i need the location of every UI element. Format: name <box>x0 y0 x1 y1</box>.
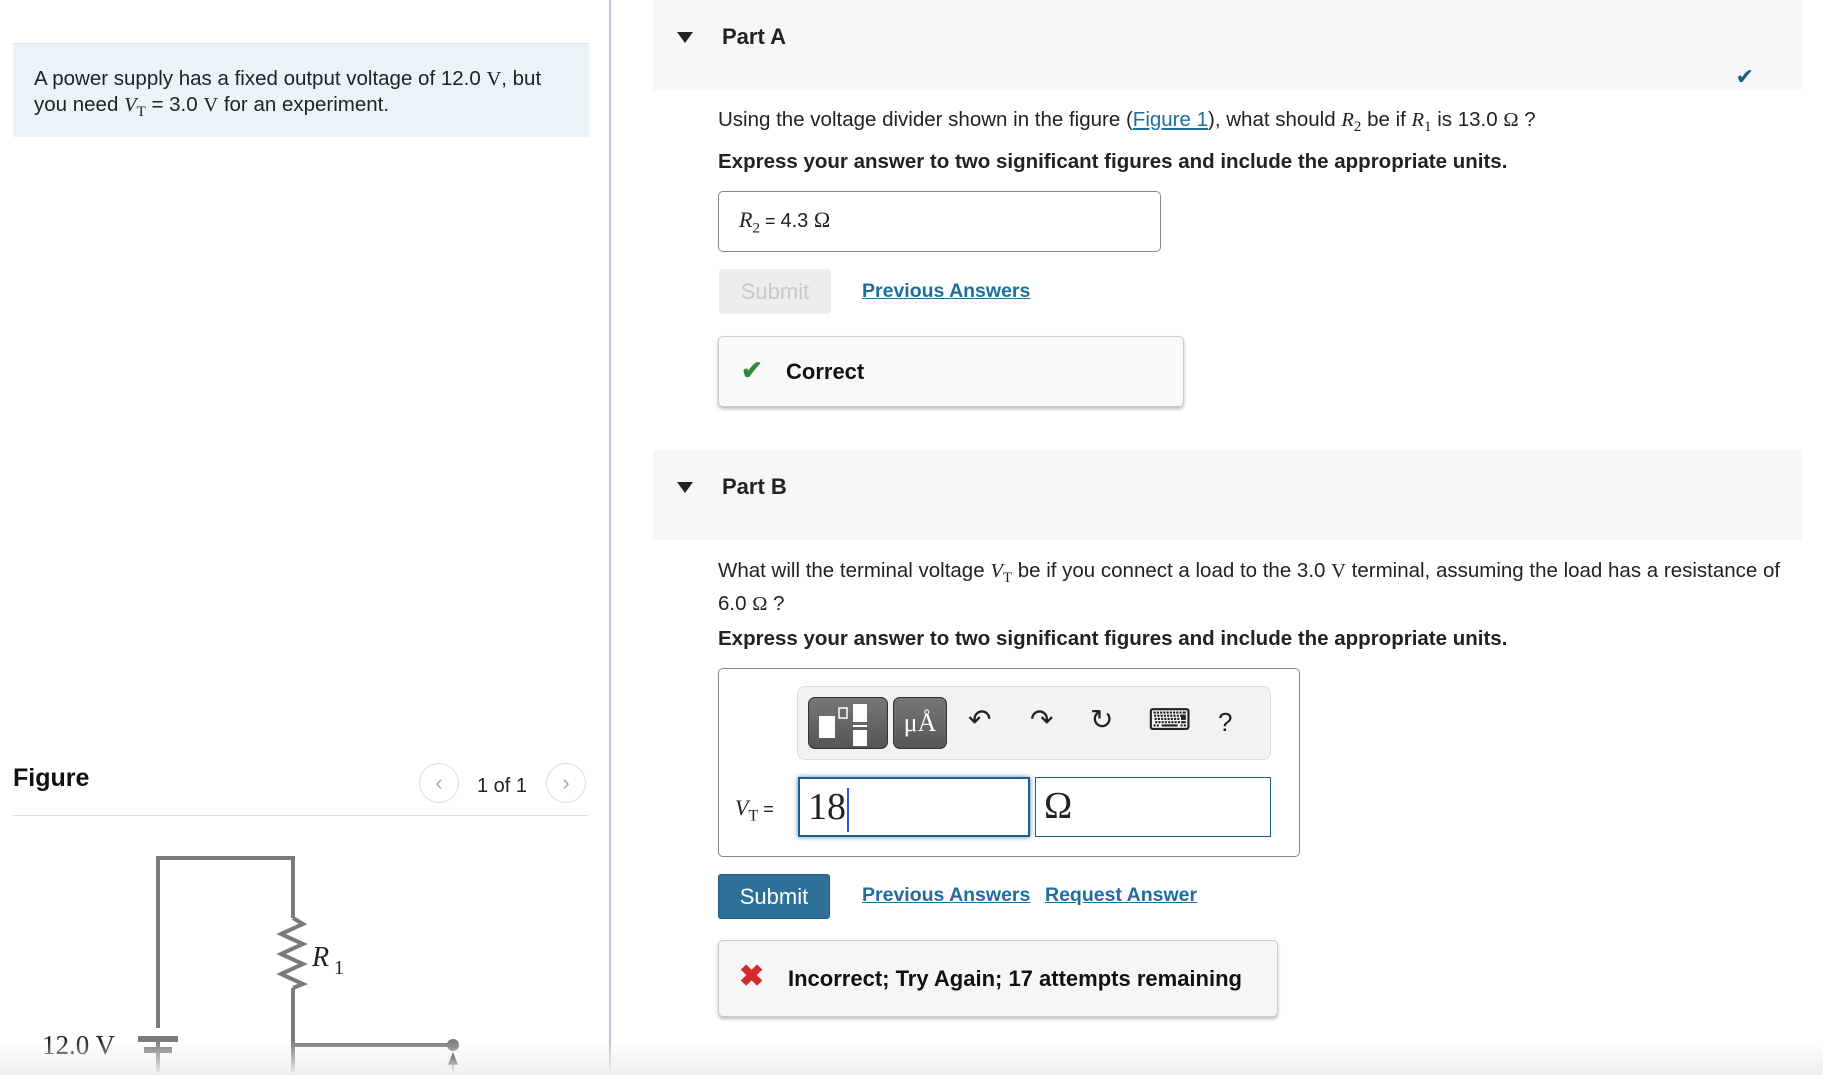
question-text: ? <box>1518 108 1536 131</box>
reset-icon[interactable]: ↻ <box>1090 703 1113 736</box>
part-b-title: Part B <box>722 474 787 499</box>
chevron-right-icon: › <box>562 770 570 795</box>
value-input-text: 18 <box>808 786 846 828</box>
templates-button[interactable] <box>808 697 888 749</box>
part-a-feedback: ✔ Correct <box>718 336 1184 407</box>
part-a-header[interactable]: Part A ✔ <box>653 0 1802 90</box>
circuit-diagram: 12.0 V R 1 <box>42 856 459 1075</box>
equals: = <box>759 211 781 231</box>
unit-ohm: Ω <box>752 593 768 616</box>
figure-link[interactable]: Figure 1 <box>1133 108 1208 131</box>
terminal-dot <box>447 1039 459 1051</box>
chevron-left-icon: ‹ <box>435 770 443 795</box>
var-r1: R <box>1411 109 1425 131</box>
collapse-triangle-icon[interactable] <box>677 32 693 43</box>
var-sub: 1 <box>1424 119 1432 136</box>
part-b-previous-answers-link[interactable]: Previous Answers <box>862 884 1030 907</box>
question-text: be if you connect a load to the 3.0 <box>1012 559 1332 582</box>
var-sub: T <box>1002 570 1013 587</box>
figure-title: Figure <box>13 764 90 792</box>
battery-plate-short <box>144 1047 172 1053</box>
part-a-answer-box: R2 = 4.3 Ω <box>718 191 1161 252</box>
question-text: is 13.0 <box>1431 108 1504 131</box>
battery-plate-long <box>138 1036 178 1042</box>
check-icon: ✔ <box>741 355 763 385</box>
intro-text: for an experiment. <box>218 93 390 116</box>
question-text: ? <box>767 592 785 616</box>
unit-v: V <box>486 68 502 90</box>
part-a-previous-answers-link[interactable]: Previous Answers <box>862 280 1030 303</box>
part-b-answer-box: μÅ ↶ ↷ ↻ ⌨ ? VT = 18 Ω <box>718 668 1300 857</box>
feedback-text: Correct <box>786 359 865 384</box>
var-vt: V <box>990 560 1003 582</box>
part-a-title: Part A <box>722 24 786 49</box>
units-button[interactable]: μÅ <box>893 697 947 749</box>
resistor-sub: 1 <box>334 957 344 979</box>
problem-text: A power supply has a fixed output voltag… <box>34 66 574 125</box>
value-input[interactable]: 18 <box>798 777 1030 837</box>
var-vt: V <box>735 795 749 820</box>
figure-next-button[interactable]: › <box>546 763 586 803</box>
var-sub: 2 <box>752 220 760 237</box>
battery-label: 12.0 V <box>42 1030 116 1060</box>
x-icon: ✖ <box>739 960 765 993</box>
answer-unit: Ω <box>813 207 831 232</box>
panel-divider[interactable] <box>609 0 611 1075</box>
equals: = <box>758 799 774 819</box>
wire-left <box>156 856 295 1075</box>
unit-v: V <box>1331 560 1346 582</box>
templates-icon <box>819 704 867 746</box>
part-b-feedback: ✖ Incorrect; Try Again; 17 attempts rema… <box>718 940 1278 1017</box>
resistor-label: R <box>311 942 329 973</box>
var-r2: R <box>739 207 753 232</box>
var-sub: T <box>136 104 146 121</box>
collapse-triangle-icon[interactable] <box>677 482 693 493</box>
question-text: be if <box>1361 108 1412 131</box>
check-icon: ✔ <box>1735 64 1754 89</box>
keyboard-icon[interactable]: ⌨ <box>1148 703 1191 738</box>
undo-icon[interactable]: ↶ <box>968 703 991 736</box>
terminal-arrow-icon <box>447 1051 459 1075</box>
var-vt: V <box>124 94 137 116</box>
question-text: What will the terminal voltage <box>718 559 991 582</box>
resistor-r1-icon <box>276 916 309 990</box>
part-a-instruction: Express your answer to two significant f… <box>718 150 1508 173</box>
part-b-submit-button[interactable]: Submit <box>718 874 830 919</box>
feedback-text: Incorrect; Try Again; 17 attempts remain… <box>788 966 1242 991</box>
math-toolbar: μÅ ↶ ↷ ↻ ⌨ ? <box>797 686 1271 760</box>
unit-v: V <box>203 94 219 116</box>
figure-counter: 1 of 1 <box>477 775 528 797</box>
problem-intro: A power supply has a fixed output voltag… <box>13 43 589 137</box>
intro-text: A power supply has a fixed output voltag… <box>34 67 487 90</box>
part-a-submit-button[interactable]: Submit <box>719 269 831 314</box>
unit-ohm: Ω <box>1503 109 1519 131</box>
redo-icon[interactable]: ↷ <box>1030 703 1053 736</box>
figure-prev-button[interactable]: ‹ <box>419 763 459 803</box>
question-text: ), what should <box>1208 108 1342 131</box>
question-text: Using the voltage divider shown in the f… <box>718 108 1133 131</box>
answer-value: 4.3 <box>780 210 814 232</box>
part-b-instruction: Express your answer to two significant f… <box>718 627 1508 650</box>
part-b-question: What will the terminal voltage VT be if … <box>718 558 1808 617</box>
part-b-header[interactable]: Part B <box>653 450 1802 540</box>
intro-text: = 3.0 <box>145 93 204 116</box>
var-r2: R <box>1341 109 1354 131</box>
request-answer-link[interactable]: Request Answer <box>1045 884 1197 907</box>
figure-divider <box>13 815 588 816</box>
var-sub: T <box>748 807 759 825</box>
part-a-question: Using the voltage divider shown in the f… <box>718 107 1808 140</box>
help-button[interactable]: ? <box>1218 707 1232 738</box>
text-caret <box>847 788 849 833</box>
unit-input[interactable]: Ω <box>1035 777 1271 837</box>
